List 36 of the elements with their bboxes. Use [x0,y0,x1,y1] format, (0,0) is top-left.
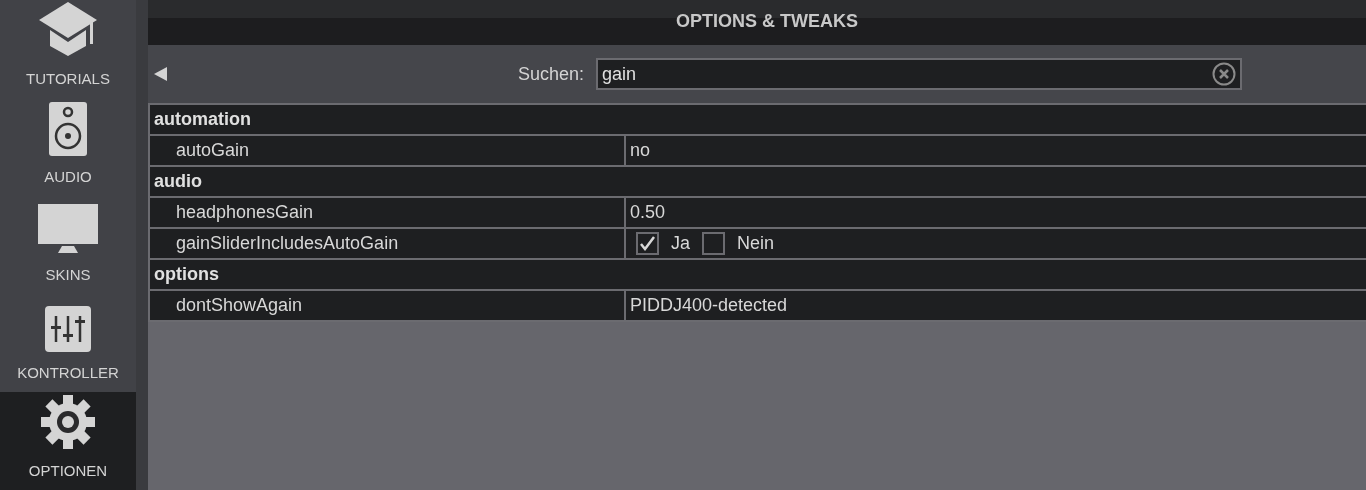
sidebar-item[interactable]: SKINS [0,196,136,295]
sidebar-item[interactable]: KONTROLLER [0,294,136,393]
sidebar-item[interactable]: AUDIO [0,98,136,197]
setting-value[interactable]: no [626,137,651,164]
setting-name: headphonesGain [150,198,626,227]
group-header: automation [150,105,1366,136]
check-icon [640,236,655,251]
sidebar-label: KONTROLLER [17,362,119,383]
checkbox-label: Nein [737,232,775,255]
checkbox-label: Ja [671,232,690,255]
sidebar-label: SKINS [45,264,91,285]
window-title: OPTIONS & TWEAKS [676,10,858,33]
sliders-icon [45,305,91,352]
back-arrow-icon[interactable] [154,67,167,81]
checkbox[interactable] [636,232,659,255]
clear-icon[interactable] [1212,62,1237,86]
sidebar-item[interactable]: OPTIONEN [0,392,136,490]
search-value: gain [602,62,638,86]
group-header: options [150,260,1366,291]
speaker-icon [49,101,87,156]
setting-value[interactable]: 0.50 [626,199,666,226]
setting-name: autoGain [150,136,626,165]
setting-value[interactable]: PIDDJ400-detected [626,292,788,319]
sidebar-label: AUDIO [44,166,92,187]
graduation-cap-icon [37,0,99,58]
checkbox[interactable] [702,232,725,255]
search-field[interactable]: gain [596,58,1243,90]
monitor-icon [38,203,98,254]
search-label: Suchen: [518,62,585,86]
setting-name: gainSliderIncludesAutoGain [150,229,626,258]
sidebar-label: TUTORIALS [26,69,110,89]
setting-name: dontShowAgain [150,291,626,320]
sidebar-item[interactable]: TUTORIALS [0,0,136,99]
gear-icon [40,393,96,450]
sidebar-label: OPTIONEN [28,460,108,481]
group-header: audio [150,167,1366,198]
